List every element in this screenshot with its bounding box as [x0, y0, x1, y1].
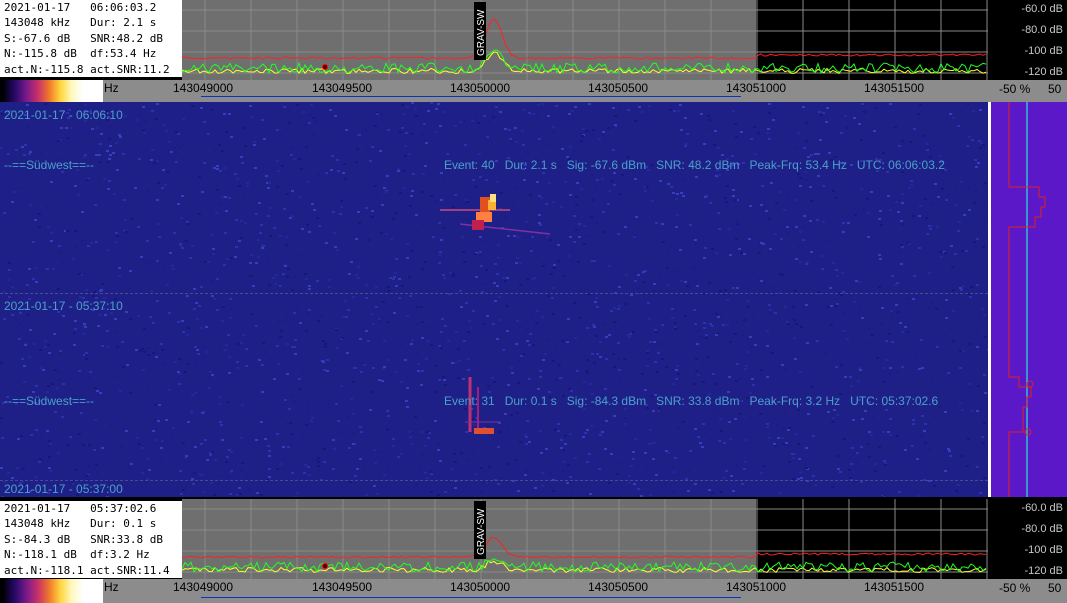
- event-station: --==Südwest==--: [4, 394, 95, 408]
- bandwidth-line: [201, 96, 741, 97]
- info-noise: N:-118.1 dB df:3.2 Hz: [4, 548, 150, 562]
- event-info: Event: 40 Dur: 2.1 s Sig: -67.6 dBm SNR:…: [444, 158, 945, 172]
- info-freq: 143048 kHz Dur: 2.1 s: [4, 16, 157, 30]
- info-signal: S:-84.3 dB SNR:33.8 dB: [4, 532, 163, 546]
- db-label: -120 dB: [1024, 565, 1063, 577]
- bottom-spectrum[interactable]: GRAV-SW: [182, 499, 988, 579]
- freq-tick: 143049500: [312, 81, 373, 95]
- info-actual: act.N:-118.1 act.SNR:11.4: [4, 563, 170, 577]
- waterfall-display[interactable]: 2021-01-17 - 06:06:10 --==Südwest==-- Ev…: [0, 102, 988, 497]
- db-label: -80.0 dB: [1021, 24, 1063, 36]
- db-label: -120 dB: [1024, 66, 1063, 78]
- freq-tick: 143051500: [864, 81, 925, 95]
- freq-tick: 143049000: [173, 81, 234, 95]
- histogram-plot: [1008, 102, 1046, 497]
- waterfall-timestamp: 2021-01-17 - 05:37:10: [4, 299, 123, 313]
- freq-tick: 143050500: [588, 81, 649, 95]
- freq-tick: 143051500: [864, 580, 925, 594]
- grav-sw-marker: GRAV-SW: [474, 2, 487, 60]
- bandwidth-line: [201, 597, 741, 598]
- waterfall-timestamp: 2021-01-17 - 06:06:10: [4, 108, 123, 122]
- info-noise: N:-115.8 dB df:53.4 Hz: [4, 47, 157, 61]
- db-label: -100 dB: [1024, 45, 1063, 57]
- svg-text:GRAV-SW: GRAV-SW: [476, 9, 487, 56]
- top-info-box: 2021-01-17 06:06:03.2 143048 kHz Dur: 2.…: [0, 0, 182, 77]
- freq-tick: 143049000: [173, 580, 234, 594]
- freq-unit-label: Hz: [104, 580, 119, 594]
- db-label: -60.0 dB: [1021, 502, 1063, 514]
- segment-divider: [0, 293, 988, 294]
- freq-tick: 143051000: [726, 81, 787, 95]
- bottom-frequency-axis: Hz 143049000 143049500 143050000 1430505…: [103, 579, 988, 603]
- db-label: -100 dB: [1024, 544, 1063, 556]
- top-db-scale: -60.0 dB -80.0 dB -100 dB -120 dB: [988, 0, 1067, 80]
- info-freq: 143048 kHz Dur: 0.1 s: [4, 517, 157, 531]
- percent-left: -50 %: [999, 581, 1031, 595]
- db-label: -60.0 dB: [1021, 3, 1063, 15]
- event-info: Event: 31 Dur: 0.1 s Sig: -84.3 dBm SNR:…: [444, 394, 939, 408]
- db-label: -80.0 dB: [1021, 523, 1063, 535]
- freq-tick: 143049500: [312, 580, 373, 594]
- freq-tick: 143050000: [450, 81, 511, 95]
- freq-unit-label: Hz: [104, 81, 119, 95]
- percent-right: 50: [1048, 82, 1062, 96]
- color-palette-bar[interactable]: [4, 579, 103, 603]
- level-histogram: [991, 102, 1067, 497]
- bottom-spectrum-plot: GRAV-SW: [182, 499, 988, 579]
- top-spectrum-plot: GRAV-SW: [182, 0, 988, 80]
- top-percent-bar: -50 % 50: [988, 80, 1067, 102]
- percent-left: -50 %: [999, 82, 1031, 96]
- svg-text:GRAV-SW: GRAV-SW: [476, 508, 487, 555]
- info-time: 2021-01-17 06:06:03.2: [4, 1, 157, 14]
- freq-tick: 143050500: [588, 580, 649, 594]
- top-frequency-axis: Hz 143049000 143049500 143050000 1430505…: [103, 80, 988, 102]
- bottom-info-box: 2021-01-17 05:37:02.6 143048 kHz Dur: 0.…: [0, 501, 182, 578]
- freq-tick: 143051000: [726, 580, 787, 594]
- waterfall-timestamp: 2021-01-17 - 05:37:00: [4, 482, 123, 496]
- freq-tick: 143050000: [450, 580, 511, 594]
- segment-divider: [0, 480, 988, 481]
- percent-right: 50: [1048, 581, 1062, 595]
- bottom-percent-bar: -50 % 50: [988, 579, 1067, 603]
- bottom-db-scale: -60.0 dB -80.0 dB -100 dB -120 dB: [988, 499, 1067, 579]
- info-time: 2021-01-17 05:37:02.6: [4, 502, 157, 515]
- grav-sw-marker: GRAV-SW: [474, 501, 487, 559]
- color-palette-bar[interactable]: [4, 80, 103, 102]
- event-station: --==Südwest==--: [4, 158, 95, 172]
- info-signal: S:-67.6 dB SNR:48.2 dB: [4, 31, 163, 45]
- info-actual: act.N:-115.8 act.SNR:11.2: [4, 62, 170, 76]
- top-spectrum[interactable]: GRAV-SW: [182, 0, 988, 80]
